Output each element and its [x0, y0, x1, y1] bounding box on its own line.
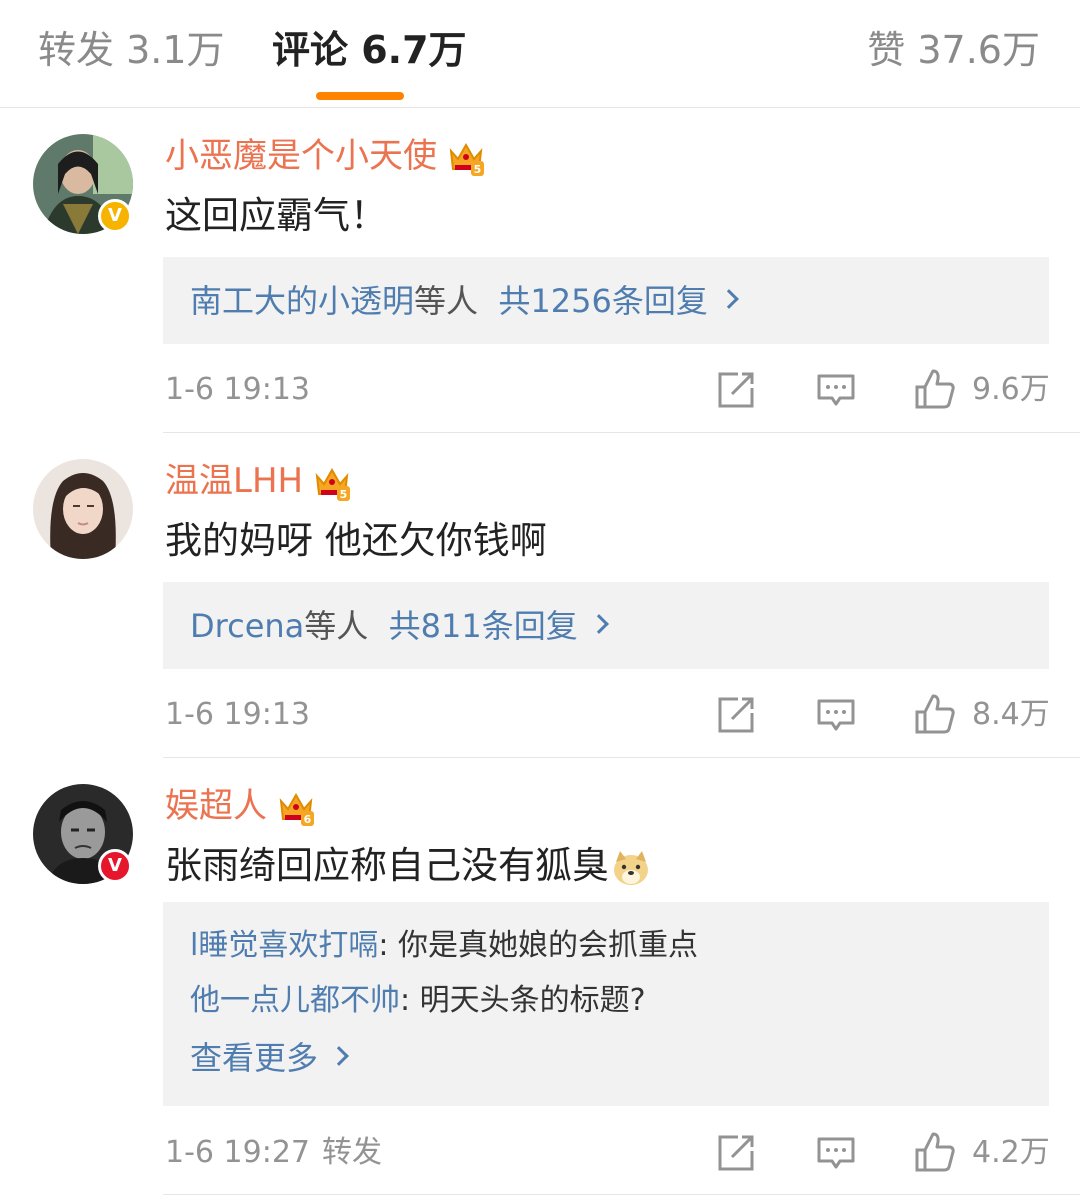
comment-tabs: 转发 3.1万 评论 6.7万 赞 37.6万: [0, 0, 1080, 108]
chevron-right-icon: [329, 1046, 349, 1066]
crown-badge-icon: 5: [315, 467, 351, 501]
like-icon[interactable]: [913, 367, 957, 411]
sub-reply-text: : 明天头条的标题?: [400, 983, 646, 1018]
sub-reply-user[interactable]: 他一点儿都不帅: [190, 983, 400, 1018]
svg-text:5: 5: [340, 488, 348, 501]
verified-badge: V: [98, 849, 132, 883]
comment-icon[interactable]: [816, 695, 856, 735]
share-icon[interactable]: [716, 370, 756, 410]
svg-text:5: 5: [474, 163, 482, 176]
reply-users[interactable]: Drcena: [190, 607, 304, 645]
comment-username[interactable]: 温温LHH 5: [165, 459, 351, 503]
comment-text-body: 张雨绮回应称自己没有狐臭: [165, 844, 609, 887]
comment-text: 我的妈呀 他还欠你钱啊: [165, 519, 547, 562]
comment-item: V 小恶魔是个小天使 5 这回应霸气！ 南工大的小透明等人 共1256条回复 1…: [0, 108, 1080, 433]
comment-icon[interactable]: [816, 1133, 856, 1173]
view-more-link[interactable]: 查看更多: [190, 1036, 349, 1080]
avatar[interactable]: [33, 459, 133, 559]
like-count: 9.6万: [972, 372, 1050, 407]
divider: [163, 1194, 1080, 1195]
forward-label[interactable]: 转发: [322, 1135, 382, 1170]
comment-time: 1-6 19:27 转发: [165, 1133, 382, 1173]
tab-likes[interactable]: 赞 37.6万: [867, 26, 1040, 74]
like-count: 8.4万: [972, 697, 1050, 732]
comment-icon[interactable]: [816, 370, 856, 410]
sub-replies-box[interactable]: l睡觉喜欢打嗝: 你是真她娘的会抓重点 他一点儿都不帅: 明天头条的标题? 查看…: [163, 902, 1049, 1106]
chevron-right-icon: [718, 289, 739, 309]
like-icon[interactable]: [913, 1130, 957, 1174]
comment-username[interactable]: 小恶魔是个小天使 5: [165, 134, 485, 178]
reply-summary-box[interactable]: Drcena等人 共811条回复: [163, 582, 1049, 669]
reply-count[interactable]: 共1256条回复: [498, 282, 707, 320]
comment-username[interactable]: 娱超人 6: [165, 784, 315, 828]
comment-item: V 娱超人 6 张雨绮回应称自己没有狐臭 l睡觉喜欢打嗝: 你是真她娘的会抓重点…: [0, 758, 1080, 1198]
active-tab-indicator: [316, 92, 404, 100]
comment-time: 1-6 19:13: [165, 697, 310, 732]
verified-badge: V: [98, 199, 132, 233]
reply-count[interactable]: 共811条回复: [389, 607, 578, 645]
reply-others: 等人: [414, 282, 479, 320]
chevron-right-icon: [588, 614, 609, 634]
reply-others: 等人: [304, 607, 369, 645]
crown-badge-icon: 5: [449, 142, 484, 176]
comment-time-text: 1-6 19:27: [165, 1135, 310, 1170]
sub-reply-text: : 你是真她娘的会抓重点: [378, 928, 698, 963]
sub-reply-user[interactable]: l睡觉喜欢打嗝: [190, 928, 378, 963]
comment-time: 1-6 19:13: [165, 372, 310, 407]
sub-reply[interactable]: 他一点儿都不帅: 明天头条的标题?: [190, 979, 646, 1023]
sub-reply[interactable]: l睡觉喜欢打嗝: 你是真她娘的会抓重点: [190, 924, 698, 968]
like-count: 4.2万: [972, 1135, 1050, 1170]
svg-text:6: 6: [304, 813, 312, 826]
username-text[interactable]: 小恶魔是个小天使: [165, 136, 437, 176]
view-more-text[interactable]: 查看更多: [190, 1039, 318, 1077]
reply-summary[interactable]: Drcena等人 共811条回复: [190, 604, 609, 648]
doge-emoji-icon: [614, 850, 648, 885]
share-icon[interactable]: [716, 1133, 756, 1173]
username-text[interactable]: 娱超人: [165, 786, 267, 826]
comment-text: 这回应霸气！: [165, 194, 387, 237]
reply-users[interactable]: 南工大的小透明: [190, 282, 414, 320]
username-text[interactable]: 温温LHH: [165, 461, 303, 501]
tab-repost[interactable]: 转发 3.1万: [38, 26, 225, 74]
tab-comments[interactable]: 评论 6.7万: [272, 26, 467, 74]
comment-text: 张雨绮回应称自己没有狐臭: [165, 842, 651, 890]
comment-item: 温温LHH 5 我的妈呀 他还欠你钱啊 Drcena等人 共811条回复 1-6…: [0, 433, 1080, 758]
reply-summary[interactable]: 南工大的小透明等人 共1256条回复: [190, 279, 739, 323]
reply-summary-box[interactable]: 南工大的小透明等人 共1256条回复: [163, 257, 1049, 344]
share-icon[interactable]: [716, 695, 756, 735]
like-icon[interactable]: [913, 692, 957, 736]
crown-badge-icon: 6: [279, 792, 314, 826]
